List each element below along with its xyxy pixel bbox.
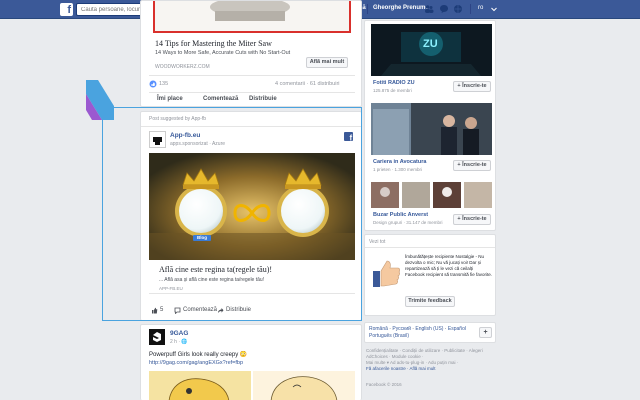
group-title[interactable]: Cariera in Avocatura [373,159,426,165]
divider [149,293,355,294]
suggested-groups-card: ZU Fotiti RADIO ZU 125.875 de membri + Î… [364,20,496,231]
comment-button[interactable]: Comentează [183,307,217,313]
footer-links[interactable]: Fă afacerile noastre · Află mai mult [366,366,496,372]
radio-zu-banner [371,24,492,76]
banner-text: ZU [423,38,438,50]
promo-image[interactable]: Blog [149,153,355,260]
sponsored-post-card: Post suggested by App-fb App-fb.eu apps.… [140,111,362,321]
divider [141,126,361,127]
notifications-globe-icon[interactable] [453,4,463,14]
page-subtitle: apps.sponsorizat · Azure [170,141,226,147]
messages-icon[interactable] [439,4,449,14]
languages-card: Română · Русский · English (US) · Españo… [364,322,496,343]
share-button[interactable]: Distribuie [226,307,251,313]
feedback-text: Îmbunătățește recipiente Nostalgie - Nu … [405,254,493,277]
cartoon-character-image [149,371,251,400]
cartoon-character-image [253,371,355,400]
page-name[interactable]: App-fb.eu [170,132,200,139]
join-group-button[interactable]: + Înscrie-te [453,160,491,171]
suggested-label: Post suggested by App-fb [149,116,206,122]
share-icon[interactable] [217,307,224,314]
learn-more-button[interactable]: Află mai mult [306,57,348,68]
send-feedback-button[interactable]: Trimite feedback [405,296,455,307]
group-members: 125.875 de membri [373,88,412,93]
group-members: Design grupuri · 31.147 de membri [373,220,443,225]
group-title[interactable]: Fotiti RADIO ZU [373,80,415,86]
post-image-left[interactable] [149,371,251,400]
facebook-logo-icon[interactable]: f [60,3,73,16]
language-list: Română · Русский · English (US) · Españo… [369,326,466,339]
post-image[interactable] [153,1,351,33]
image-badge: Blog [197,235,207,240]
language-link[interactable]: Română [369,326,388,332]
divider [365,247,495,248]
link-domain: APP-FB.EU [159,286,183,291]
comment-button[interactable]: Comentează [203,96,238,102]
footer-links[interactable]: Confidențialitate · Condiții de utilizar… [366,348,496,360]
lawyers-photo [371,103,492,155]
link-description: ... Află asa și află cine este regina ta… [159,277,265,283]
like-reaction-icon [149,80,157,88]
profile-link[interactable]: Gheorghe Prenume [373,5,429,11]
feedback-card: Vezi tot Îmbunătățește recipiente Nostal… [364,234,496,316]
link-title[interactable]: 14 Tips for Mastering the Miter Saw [155,39,272,48]
join-group-button[interactable]: + Înscrie-te [453,214,491,225]
friend-requests-icon[interactable] [424,4,434,14]
copyright: Facebook © 2016 [366,382,402,387]
footer: Confidențialitate · Condiții de utilizar… [366,348,496,388]
divider [149,75,355,76]
divider [470,4,471,14]
page-name[interactable]: 9GAG [170,330,188,337]
link-domain: WOODWORKERZ.COM [155,64,210,70]
group-members: 1 prieten · 1.300 membri [373,167,423,172]
language-link[interactable]: Español [448,326,466,332]
post-text: Powerpuff Girls look really creepy 😳 [149,352,248,358]
join-label: Înscrie-te [462,83,487,89]
divider [367,4,368,14]
page-avatar[interactable] [149,131,166,148]
bazar-photo-strip [371,182,492,208]
svg-text:f: f [350,134,353,142]
9gag-avatar[interactable] [149,329,165,345]
thumbs-up-icon[interactable] [151,307,158,314]
post-stats[interactable]: 4 comentarii · 61 distribuiri [275,81,340,87]
join-group-button[interactable]: + Înscrie-te [453,81,491,92]
bazar-images[interactable] [371,182,492,208]
share-button[interactable]: Distribuie [249,96,277,102]
language-selector[interactable]: ro [478,5,483,11]
facebook-page-icon[interactable]: f [344,132,353,141]
reaction-count[interactable]: 135 [159,81,168,87]
divider [149,92,355,93]
post-image-right[interactable] [253,371,355,400]
add-language-button[interactable]: + [479,327,492,338]
join-label: Înscrie-te [462,162,487,168]
post-time[interactable]: 2 h · 🌐 [170,339,188,345]
android-n-logo-icon [86,80,114,120]
language-link[interactable]: Português (Brasil) [369,333,409,339]
post-card: 14 Tips for Mastering the Miter Saw 14 W… [140,0,362,107]
language-link[interactable]: English (US) [415,326,443,332]
group-title[interactable]: Buzar Public Anverst [373,212,428,218]
cariera-image[interactable] [371,103,492,155]
miter-saw-image [155,1,349,31]
link-description: 14 Ways to More Safe, Accurate Cuts with… [155,50,291,56]
like-count[interactable]: 5 [160,307,163,313]
crown-mirrors-illustration [149,153,355,260]
thumbs-up-hand-icon [373,260,400,287]
post-link[interactable]: http://9gag.com/gag/angEXGx?ref=fbp [149,360,243,366]
chevron-down-icon[interactable] [489,4,499,14]
radio-zu-image[interactable]: ZU [371,24,492,76]
like-button[interactable]: Îmi place [157,96,183,102]
link-title[interactable]: Află cine este regina ta(regele tău)! [159,265,272,274]
language-link[interactable]: Русский [392,326,411,332]
comment-icon[interactable] [174,307,181,314]
join-label: Înscrie-te [462,216,487,222]
card-header[interactable]: Vezi tot [369,239,385,245]
post-card: 9GAG 2 h · 🌐 Powerpuff Girls look really… [140,324,362,400]
9gag-logo-icon [153,332,161,342]
